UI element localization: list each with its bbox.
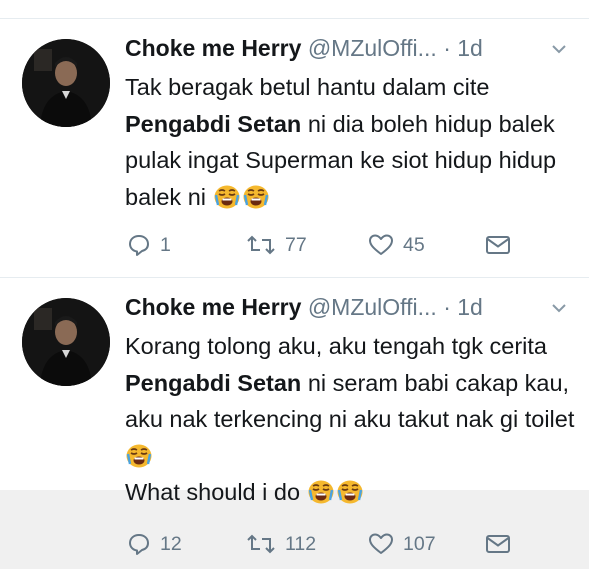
- crying-face-emoji: [213, 183, 241, 209]
- reply-button[interactable]: 1: [127, 230, 171, 260]
- hashtag-text: Pengabdi Setan: [125, 110, 302, 137]
- crying-face-emoji: [125, 442, 153, 468]
- retweet-count: 77: [285, 233, 307, 256]
- user-handle[interactable]: @MZulOffi...: [308, 35, 437, 61]
- reply-count: 1: [160, 233, 171, 256]
- tweet-actions: 1 77 45: [125, 230, 525, 260]
- caret-down-icon[interactable]: [551, 302, 567, 314]
- reply-count: 12: [160, 532, 182, 555]
- tweet-header: Choke me Herry @MZulOffi... · 1d: [125, 292, 483, 322]
- tweet-text: Korang tolong aku, aku tengah tgk cerita…: [125, 333, 575, 505]
- retweet-button[interactable]: 77: [246, 230, 307, 260]
- display-name[interactable]: Choke me Herry: [125, 35, 301, 61]
- like-icon: [369, 533, 393, 554]
- tweet[interactable]: Choke me Herry @MZulOffi... · 1d Tak ber…: [0, 19, 589, 278]
- reply-button[interactable]: 12: [127, 529, 182, 559]
- tweet-header: Choke me Herry @MZulOffi... · 1d: [125, 33, 483, 63]
- like-button[interactable]: 45: [368, 230, 425, 260]
- reply-icon: [129, 235, 149, 256]
- crying-face-emoji: [242, 183, 270, 209]
- retweet-icon: [247, 534, 275, 554]
- like-icon: [369, 234, 393, 255]
- tweet-actions: 12 112 107: [125, 529, 525, 559]
- retweet-icon: [247, 235, 275, 255]
- caret-down-icon[interactable]: [551, 43, 567, 55]
- tweet-text: Tak beragak betul hantu dalam cite Penga…: [125, 74, 557, 210]
- display-name[interactable]: Choke me Herry: [125, 294, 301, 320]
- avatar[interactable]: [22, 298, 110, 386]
- top-divider: [0, 0, 589, 19]
- avatar[interactable]: [22, 39, 110, 127]
- timestamp[interactable]: · 1d: [443, 35, 483, 61]
- crying-face-emoji: [336, 478, 364, 504]
- direct-message-icon: [486, 236, 510, 254]
- user-handle[interactable]: @MZulOffi...: [308, 294, 437, 320]
- tweet[interactable]: Choke me Herry @MZulOffi... · 1d Korang …: [0, 278, 589, 569]
- hashtag-text: Pengabdi Setan: [125, 369, 302, 396]
- like-count: 107: [403, 532, 436, 555]
- like-count: 45: [403, 233, 425, 256]
- like-button[interactable]: 107: [368, 529, 436, 559]
- retweet-button[interactable]: 112: [246, 529, 316, 559]
- crying-face-emoji: [307, 478, 335, 504]
- direct-message-icon: [486, 535, 510, 553]
- direct-message-button[interactable]: [485, 529, 520, 559]
- retweet-count: 112: [285, 532, 317, 555]
- reply-icon: [129, 534, 149, 555]
- timestamp[interactable]: · 1d: [443, 294, 483, 320]
- direct-message-button[interactable]: [485, 230, 520, 260]
